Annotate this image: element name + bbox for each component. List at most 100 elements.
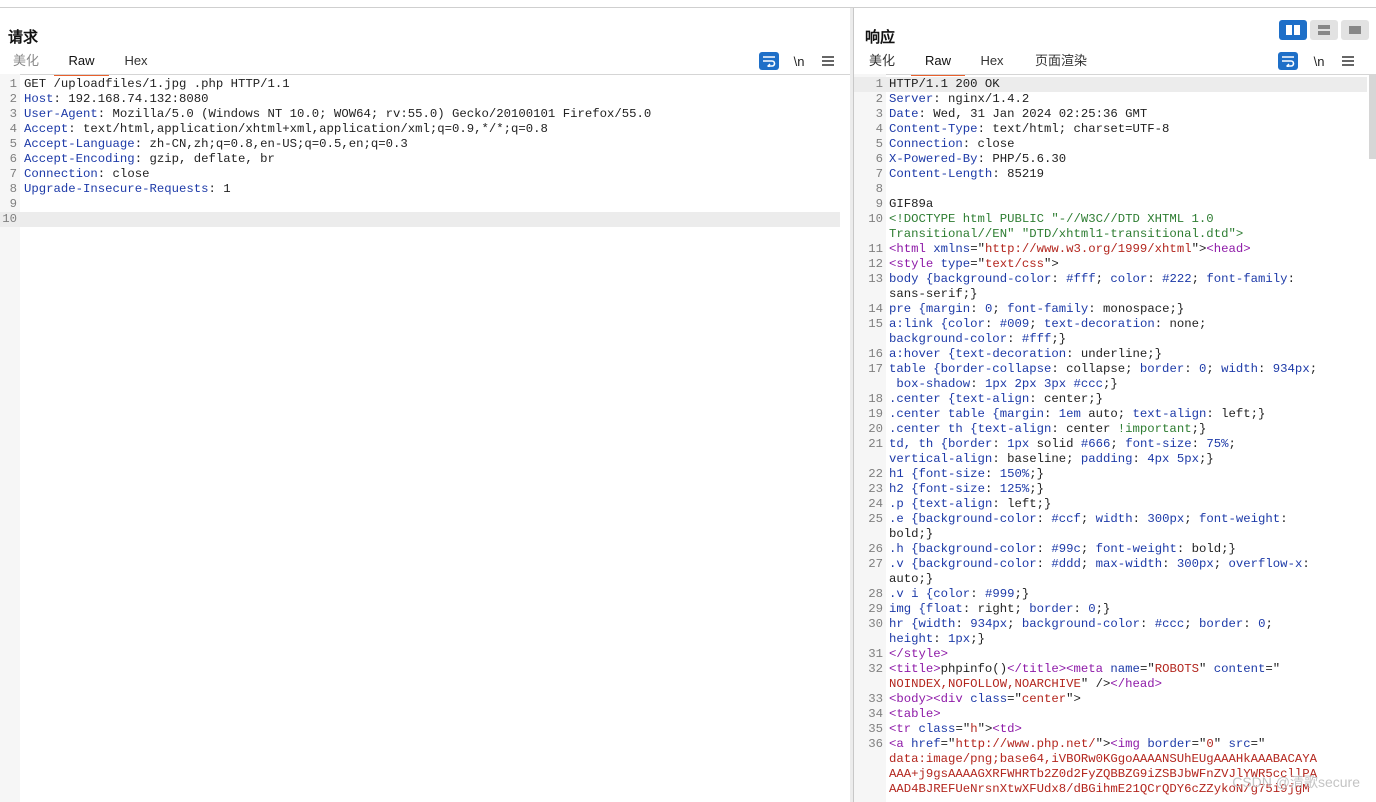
line-number: 5 xyxy=(875,137,883,151)
response-editor-line[interactable]: 30 hr {width: 934px; background-color: #c… xyxy=(854,617,1367,632)
request-editor-line[interactable]: 7 Connection: close xyxy=(0,167,840,182)
request-editor-line[interactable]: 2 Host: 192.168.74.132:8080 xyxy=(0,92,840,107)
line-code: <table> xyxy=(889,707,941,722)
response-editor-line[interactable]: 6 X-Powered-By: PHP/5.6.30 xyxy=(854,152,1367,167)
response-editor-line[interactable]: 9 GIF89a xyxy=(854,197,1367,212)
response-wrap-lines-icon[interactable] xyxy=(1278,52,1298,70)
code-token: text-align xyxy=(918,497,993,511)
request-hamburger-menu-icon[interactable] xyxy=(818,52,838,70)
response-newline-toggle[interactable]: \n xyxy=(1309,52,1329,70)
request-editor-line[interactable]: 8 Upgrade-Insecure-Requests: 1 xyxy=(0,182,840,197)
response-tab-pretty[interactable]: 美化 xyxy=(862,50,902,74)
layout-single-tab-button[interactable] xyxy=(1341,20,1369,40)
response-editor-line[interactable]: data:image/png;base64,iVBORw0KGgoAAAANSU… xyxy=(854,752,1367,767)
response-editor-line[interactable]: auto;} xyxy=(854,572,1367,587)
response-editor-line[interactable]: NOINDEX,NOFOLLOW,NOARCHIVE" /></head> xyxy=(854,677,1367,692)
code-token: 1px xyxy=(948,632,971,646)
response-editor-line[interactable]: 27 .v {background-color: #ddd; max-width:… xyxy=(854,557,1367,572)
response-tab-hex[interactable]: Hex xyxy=(972,50,1012,74)
response-editor-line[interactable]: sans-serif;} xyxy=(854,287,1367,302)
code-token: .center { xyxy=(889,392,956,406)
response-editor-line[interactable]: 10 <!DOCTYPE html PUBLIC "-//W3C//DTD XHT… xyxy=(854,212,1367,227)
response-editor-line[interactable]: 35 <tr class="h"><td> xyxy=(854,722,1367,737)
response-tab-raw[interactable]: Raw xyxy=(911,50,965,76)
response-editor-line[interactable]: Transitional//EN" "DTD/xhtml1-transition… xyxy=(854,227,1367,242)
response-editor-line[interactable]: 3 Date: Wed, 31 Jan 2024 02:25:36 GMT xyxy=(854,107,1367,122)
line-code: img {float: right; border: 0;} xyxy=(889,602,1110,617)
response-editor-line[interactable]: 21 td, th {border: 1px solid #666; font-s… xyxy=(854,437,1367,452)
request-editor-line[interactable]: 10 xyxy=(0,212,840,227)
code-token: padding xyxy=(1080,452,1133,466)
line-number: 16 xyxy=(868,347,883,361)
layout-side-by-side-button[interactable] xyxy=(1279,20,1307,40)
response-editor-line[interactable]: 20 .center th {text-align: center !import… xyxy=(854,422,1367,437)
code-token: " xyxy=(1198,662,1214,676)
code-token: : xyxy=(1184,362,1199,376)
response-editor-line[interactable]: 36 <a href="http://www.php.net/"><img bor… xyxy=(854,737,1367,752)
response-editor-line[interactable]: vertical-align: baseline; padding: 4px 5… xyxy=(854,452,1367,467)
response-editor-line[interactable]: 16 a:hover {text-decoration: underline;} xyxy=(854,347,1367,362)
response-vertical-scrollbar[interactable] xyxy=(1369,74,1376,159)
response-editor-line[interactable]: 5 Connection: close xyxy=(854,137,1367,152)
code-token: : text/html; charset=UTF-8 xyxy=(977,122,1170,136)
response-editor-line[interactable]: 25 .e {background-color: #ccf; width: 300… xyxy=(854,512,1367,527)
response-editor-line[interactable]: 34 <table> xyxy=(854,707,1367,722)
response-editor-line[interactable]: 17 table {border-collapse: collapse; bord… xyxy=(854,362,1367,377)
response-editor-line[interactable]: 19 .center table {margin: 1em auto; text-… xyxy=(854,407,1367,422)
line-number: 10 xyxy=(2,212,17,226)
request-editor-line[interactable]: 9 xyxy=(0,197,840,212)
response-editor-line[interactable]: 8 xyxy=(854,182,1367,197)
response-hamburger-menu-icon[interactable] xyxy=(1338,52,1358,70)
response-editor-line[interactable]: 18 .center {text-align: center;} xyxy=(854,392,1367,407)
code-token: float xyxy=(925,602,963,616)
response-editor-line[interactable]: bold;} xyxy=(854,527,1367,542)
response-editor-line[interactable]: 33 <body><div class="center"> xyxy=(854,692,1367,707)
line-code: X-Powered-By: PHP/5.6.30 xyxy=(889,152,1066,167)
request-editor-line[interactable]: 3 User-Agent: Mozilla/5.0 (Windows NT 10.… xyxy=(0,107,840,122)
response-editor-line[interactable]: 26 .h {background-color: #99c; font-weigh… xyxy=(854,542,1367,557)
code-token: : xyxy=(1043,407,1059,421)
response-editor-line[interactable]: 4 Content-Type: text/html; charset=UTF-8 xyxy=(854,122,1367,137)
layout-top-bottom-button[interactable] xyxy=(1310,20,1338,40)
response-editor-line[interactable]: 32 <title>phpinfo()</title><meta name="RO… xyxy=(854,662,1367,677)
request-editor[interactable]: 1 GET /uploadfiles/1.jpg .php HTTP/1.1 2 Ho… xyxy=(0,74,840,802)
request-editor-line[interactable]: 6 Accept-Encoding: gzip, deflate, br xyxy=(0,152,840,167)
request-wrap-lines-icon[interactable] xyxy=(759,52,779,70)
request-editor-line[interactable]: 4 Accept: text/html,application/xhtml+xml… xyxy=(0,122,840,137)
request-newline-toggle[interactable]: \n xyxy=(789,52,809,70)
response-editor-line[interactable]: 22 h1 {font-size: 150%;} xyxy=(854,467,1367,482)
response-pane: 响应 美化 Raw Hex 页面渲染 \n 1 HTTP/1.1 200 OK 2 S… xyxy=(853,8,1376,802)
request-editor-line[interactable]: 1 GET /uploadfiles/1.jpg .php HTTP/1.1 xyxy=(0,77,840,92)
code-token: auto;} xyxy=(889,572,934,586)
line-number: 2 xyxy=(875,92,883,106)
response-editor-line[interactable]: background-color: #fff;} xyxy=(854,332,1367,347)
response-editor-line[interactable]: box-shadow: 1px 2px 3px #ccc;} xyxy=(854,377,1367,392)
code-token: : xyxy=(1147,272,1163,286)
response-editor-line[interactable]: 15 a:link {color: #009; text-decoration: … xyxy=(854,317,1367,332)
request-tab-raw[interactable]: Raw xyxy=(54,50,109,76)
response-tab-render[interactable]: 页面渲染 xyxy=(1028,50,1094,74)
response-editor-line[interactable]: 1 HTTP/1.1 200 OK xyxy=(854,77,1367,92)
response-editor[interactable]: 1 HTTP/1.1 200 OK 2 Server: nginx/1.4.2 3 Dat… xyxy=(854,74,1367,802)
line-number: 9 xyxy=(9,197,17,211)
line-number: 34 xyxy=(868,707,883,721)
code-token: text-align xyxy=(1132,407,1207,421)
response-editor-line[interactable]: 29 img {float: right; border: 0;} xyxy=(854,602,1367,617)
response-editor-line[interactable]: 31 </style> xyxy=(854,647,1367,662)
request-tab-hex[interactable]: Hex xyxy=(116,50,156,74)
response-editor-line[interactable]: 24 .p {text-align: left;} xyxy=(854,497,1367,512)
response-editor-line[interactable]: 23 h2 {font-size: 125%;} xyxy=(854,482,1367,497)
line-number: 33 xyxy=(868,692,883,706)
response-editor-line[interactable]: 28 .v i {color: #999;} xyxy=(854,587,1367,602)
request-editor-line[interactable]: 5 Accept-Language: zh-CN,zh;q=0.8,en-US;q… xyxy=(0,137,840,152)
response-editor-line[interactable]: 12 <style type="text/css"> xyxy=(854,257,1367,272)
request-tab-pretty[interactable]: 美化 xyxy=(6,50,46,74)
response-editor-line[interactable]: height: 1px;} xyxy=(854,632,1367,647)
response-editor-line[interactable]: 2 Server: nginx/1.4.2 xyxy=(854,92,1367,107)
response-editor-line[interactable]: 14 pre {margin: 0; font-family: monospace… xyxy=(854,302,1367,317)
line-code: <tr class="h"><td> xyxy=(889,722,1022,737)
response-editor-line[interactable]: 11 <html xmlns="http://www.w3.org/1999/xh… xyxy=(854,242,1367,257)
response-editor-line[interactable]: 7 Content-Length: 85219 xyxy=(854,167,1367,182)
response-editor-line[interactable]: 13 body {background-color: #fff; color: #… xyxy=(854,272,1367,287)
code-token: .v { xyxy=(889,557,919,571)
